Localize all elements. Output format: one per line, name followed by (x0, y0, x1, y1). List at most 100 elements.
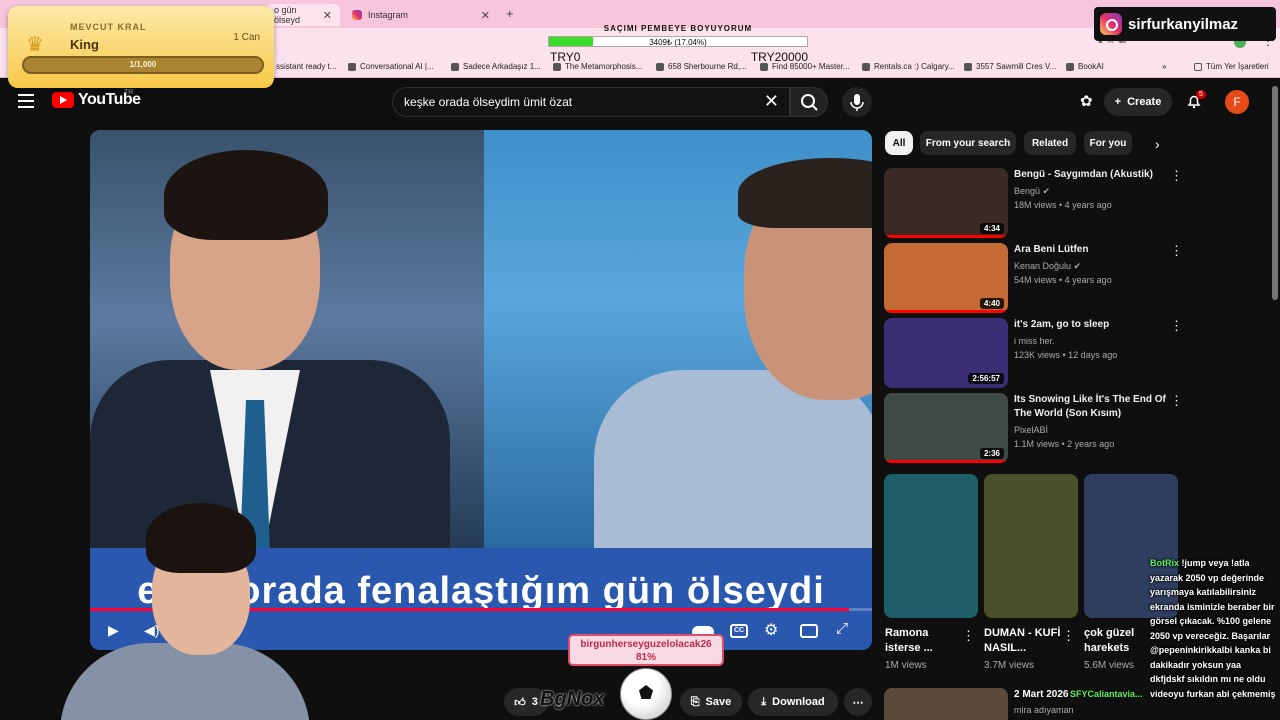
avatar[interactable]: F (1225, 90, 1249, 114)
short-title[interactable]: Ramona isterse ... (885, 626, 965, 656)
instagram-icon (352, 10, 362, 20)
bgnox-logo: BgNox (540, 688, 605, 710)
more-actions-button[interactable]: ⋯ (844, 688, 872, 716)
current-king-widget: ♛ MEVCUT KRAL King 1 Can 1/1,000 (8, 6, 274, 88)
search-icon (801, 94, 818, 111)
tab-instagram[interactable]: Instagram ✕ (344, 4, 498, 26)
channel-name[interactable]: PixelABİ (1014, 425, 1048, 435)
video-thumbnail[interactable]: 4:40 (884, 243, 1008, 313)
search-query: keşke orada ölseydim ümit özat (404, 95, 573, 109)
channel-name[interactable]: Bengü ✔ (1014, 186, 1050, 197)
goal-percent: 3409₺ (17.04%) (649, 38, 707, 47)
video-meta: 54M views • 4 years ago (1014, 275, 1112, 285)
chat-message: dkfjdskf sıkıldın mı ne oldu (1150, 674, 1266, 684)
screen: o gün ölseyd ✕ Instagram ✕ + ⤓ ☆ ⧉ ⋮ ssi… (0, 0, 1280, 720)
video-title[interactable]: 2 Mart 2026 (1014, 689, 1068, 700)
bookmark-item[interactable]: Sadece Arkadaşız 1... (451, 62, 541, 71)
recommendation-item[interactable]: 2:36 Its Snowing Like İt's The End Of Th… (884, 393, 1184, 463)
voice-search-button[interactable] (842, 87, 872, 117)
goal-title: SAÇIMI PEMBEYE BOYUYORUM (603, 24, 753, 33)
close-tab-icon[interactable]: ✕ (323, 9, 332, 22)
goal-max: TRY20000 (750, 50, 808, 64)
chip-from-your-search[interactable]: From your search (920, 131, 1016, 155)
duration-badge: 4:34 (979, 223, 1004, 234)
video-title[interactable]: it's 2am, go to sleep (1014, 318, 1172, 332)
subscriber-popup: birgunherseyguzelolacak26 81% (568, 634, 724, 666)
king-name: King (70, 37, 99, 52)
verified-icon: ✔ (1073, 261, 1082, 271)
instagram-icon (1100, 13, 1122, 35)
recommendation-item[interactable]: 4:34 Bengü - Saygımdan (Akustik) Bengü ✔… (884, 168, 1184, 238)
video-title[interactable]: Bengü - Saygımdan (Akustik) (1014, 168, 1172, 182)
microphone-icon (850, 94, 864, 111)
chat-message: videoyu furkan abi çekmemiş (1150, 688, 1276, 699)
channel-name[interactable]: i miss her. (1014, 336, 1055, 346)
short-title[interactable]: DUMAN - KUFİ NASIL... (984, 626, 1064, 656)
bookmark-icon: ⎘ (690, 695, 700, 708)
chip-related[interactable]: Related (1024, 131, 1076, 155)
channel-name[interactable]: Kenan Doğulu ✔ (1014, 261, 1081, 272)
recommendation-item[interactable]: 4:40 Ara Beni Lütfen Kenan Doğulu ✔ 54M … (884, 243, 1184, 313)
video-thumbnail[interactable]: 2:56:57 (884, 318, 1008, 388)
video-thumbnail[interactable] (884, 688, 1008, 720)
settings-gear-icon[interactable]: ⚙ (764, 620, 778, 640)
stream-chat: BotRix !jump veya !atla yazarak 2050 vp … (1150, 556, 1280, 701)
more-vert-icon[interactable]: ⋮ (1170, 393, 1183, 409)
streamer-webcam (60, 495, 310, 720)
youtube-play-icon (52, 92, 74, 108)
search-input[interactable]: keşke orada ölseydim ümit özat ✕ (392, 87, 790, 117)
short-views: 1M views (885, 660, 927, 671)
duration-badge: 4:40 (979, 298, 1004, 309)
instagram-handle-overlay: sirfurkanyilmaz (1094, 7, 1276, 41)
chevron-right-icon[interactable]: › (1155, 136, 1160, 152)
download-button[interactable]: ⤓ Download (748, 688, 838, 716)
donation-goal-widget: SAÇIMI PEMBEYE BOYUYORUM 3409₺ (17.04%) … (548, 24, 808, 64)
all-bookmarks[interactable]: Tüm Yer İşaretleri (1194, 62, 1269, 71)
thumbs-up-icon: 👍︎ (514, 696, 526, 709)
channel-name[interactable]: mira adıyaman (1014, 705, 1074, 715)
video-title[interactable]: Its Snowing Like İt's The End Of The Wor… (1014, 393, 1172, 421)
more-vert-icon[interactable]: ⋮ (1170, 243, 1183, 259)
more-vert-icon[interactable]: ⋮ (1170, 168, 1183, 184)
chip-for-you[interactable]: For you (1084, 131, 1132, 155)
save-button[interactable]: ⎘ Save (680, 688, 742, 716)
bookmark-item[interactable]: Rentals.ca :) Calgary... (862, 62, 955, 71)
extension-icon[interactable]: ✿ (1080, 92, 1093, 110)
chip-all[interactable]: All (885, 131, 913, 155)
more-vert-icon[interactable]: ⋮ (962, 628, 975, 644)
plus-icon: + (1114, 96, 1122, 108)
new-tab-icon[interactable]: + (506, 6, 514, 21)
video-title[interactable]: Ara Beni Lütfen (1014, 243, 1172, 257)
video-meta: 18M views • 4 years ago (1014, 200, 1112, 210)
bookmark-item[interactable]: BookAI (1066, 62, 1104, 71)
more-vert-icon[interactable]: ⋮ (1062, 628, 1075, 644)
bookmark-item[interactable]: ssistant ready t... (276, 62, 336, 71)
crown-icon: ♛ (26, 34, 44, 56)
page-scrollbar[interactable] (1272, 86, 1278, 300)
goal-min: TRY0 (550, 50, 581, 64)
short-thumbnail[interactable] (884, 474, 978, 618)
video-scene-right (484, 130, 872, 560)
video-thumbnail[interactable]: 4:34 (884, 168, 1008, 238)
bookmark-item[interactable]: 3557 Sawmill Cres V... (964, 62, 1056, 71)
chat-message: BotRix !jump veya !atla yazarak 2050 vp … (1150, 558, 1265, 583)
create-button[interactable]: + Create (1104, 88, 1172, 116)
more-vert-icon[interactable]: ⋮ (1170, 318, 1183, 334)
country-code: TR (124, 89, 134, 96)
instagram-handle: sirfurkanyilmaz (1128, 15, 1239, 33)
bookmarks-overflow-icon[interactable]: » (1162, 62, 1166, 71)
clear-search-icon[interactable]: ✕ (764, 91, 779, 112)
recommendation-item[interactable]: 2:56:57 it's 2am, go to sleep i miss her… (884, 318, 1184, 388)
king-health: 1 Can (233, 32, 260, 43)
bookmark-item[interactable]: Conversational AI |... (348, 62, 434, 71)
tab-youtube[interactable]: o gün ölseyd ✕ (266, 4, 340, 26)
captions-icon[interactable]: CC (730, 624, 748, 638)
close-tab-icon[interactable]: ✕ (481, 9, 490, 22)
short-thumbnail[interactable] (984, 474, 1078, 618)
verified-icon: ✔ (1042, 186, 1051, 196)
menu-icon[interactable] (18, 94, 34, 108)
fullscreen-icon[interactable]: ⤢ (836, 620, 848, 637)
video-thumbnail[interactable]: 2:36 (884, 393, 1008, 463)
search-button[interactable] (790, 87, 828, 117)
miniplayer-icon[interactable] (800, 624, 818, 638)
